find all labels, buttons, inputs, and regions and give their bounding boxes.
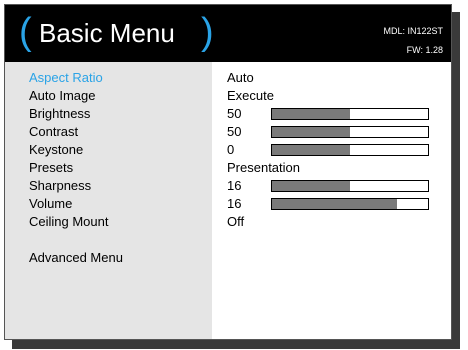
keystone-slider[interactable]: [271, 144, 429, 156]
auto-image-value[interactable]: Execute: [227, 88, 274, 104]
menu-title: Basic Menu: [39, 18, 175, 48]
menu-item-volume[interactable]: Volume: [29, 196, 72, 212]
sharpness-slider[interactable]: [271, 180, 429, 192]
menu-header: ( Basic Menu ) MDL: IN122ST FW: 1.28: [5, 5, 451, 62]
right-parenthesis-logo: ): [201, 11, 214, 53]
menu-item-aspect-ratio[interactable]: Aspect Ratio: [29, 70, 103, 86]
sharpness-slider-fill: [272, 181, 350, 191]
left-parenthesis-logo: (: [19, 11, 32, 53]
model-number: MDL: IN122ST: [383, 26, 443, 36]
volume-slider-fill: [272, 199, 397, 209]
menu-item-auto-image[interactable]: Auto Image: [29, 88, 96, 104]
brightness-value: 50: [227, 106, 242, 121]
contrast-slider-fill: [272, 127, 350, 137]
menu-item-advanced-menu[interactable]: Advanced Menu: [29, 250, 123, 266]
menu-item-brightness[interactable]: Brightness: [29, 106, 90, 122]
volume-slider[interactable]: [271, 198, 429, 210]
menu-item-presets[interactable]: Presets: [29, 160, 73, 176]
menu-item-contrast[interactable]: Contrast: [29, 124, 78, 140]
volume-value: 16: [227, 196, 242, 211]
contrast-slider[interactable]: [271, 126, 429, 138]
firmware-version: FW: 1.28: [406, 45, 443, 55]
sharpness-value: 16: [227, 178, 242, 193]
menu-item-sharpness[interactable]: Sharpness: [29, 178, 91, 194]
aspect-ratio-value[interactable]: Auto: [227, 70, 254, 86]
menu-body: Aspect Ratio Auto Image Brightness Contr…: [5, 62, 451, 339]
contrast-value: 50: [227, 124, 242, 139]
brightness-slider[interactable]: [271, 108, 429, 120]
ceiling-mount-value[interactable]: Off: [227, 214, 244, 230]
keystone-value: 0: [227, 142, 235, 157]
keystone-slider-fill: [272, 145, 350, 155]
presets-value[interactable]: Presentation: [227, 160, 300, 176]
brightness-slider-fill: [272, 109, 350, 119]
osd-menu-window: ( Basic Menu ) MDL: IN122ST FW: 1.28 Asp…: [4, 4, 452, 340]
menu-item-keystone[interactable]: Keystone: [29, 142, 83, 158]
menu-item-ceiling-mount[interactable]: Ceiling Mount: [29, 214, 109, 230]
